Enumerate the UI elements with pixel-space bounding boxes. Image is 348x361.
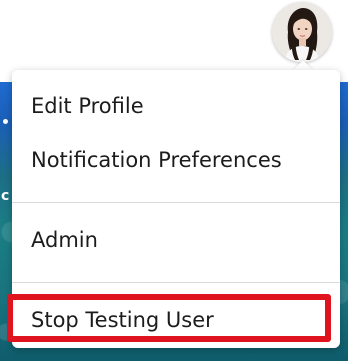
user-dropdown-menu: Edit Profile Notification Preferences Ad… — [12, 70, 340, 348]
user-avatar[interactable] — [272, 2, 332, 62]
background-decoration — [3, 119, 8, 124]
menu-item-admin[interactable]: Admin — [31, 228, 98, 252]
menu-item-stop-testing-user[interactable]: Stop Testing User — [31, 308, 214, 332]
menu-item-edit-profile[interactable]: Edit Profile — [31, 94, 144, 118]
page: c Edit Profile Notification Preferences … — [0, 0, 348, 361]
avatar-icon — [272, 2, 332, 62]
menu-item-notification-preferences[interactable]: Notification Preferences — [31, 148, 282, 172]
menu-divider — [12, 282, 340, 283]
menu-divider — [12, 202, 340, 203]
background-page-text-fragment: c — [1, 188, 10, 204]
